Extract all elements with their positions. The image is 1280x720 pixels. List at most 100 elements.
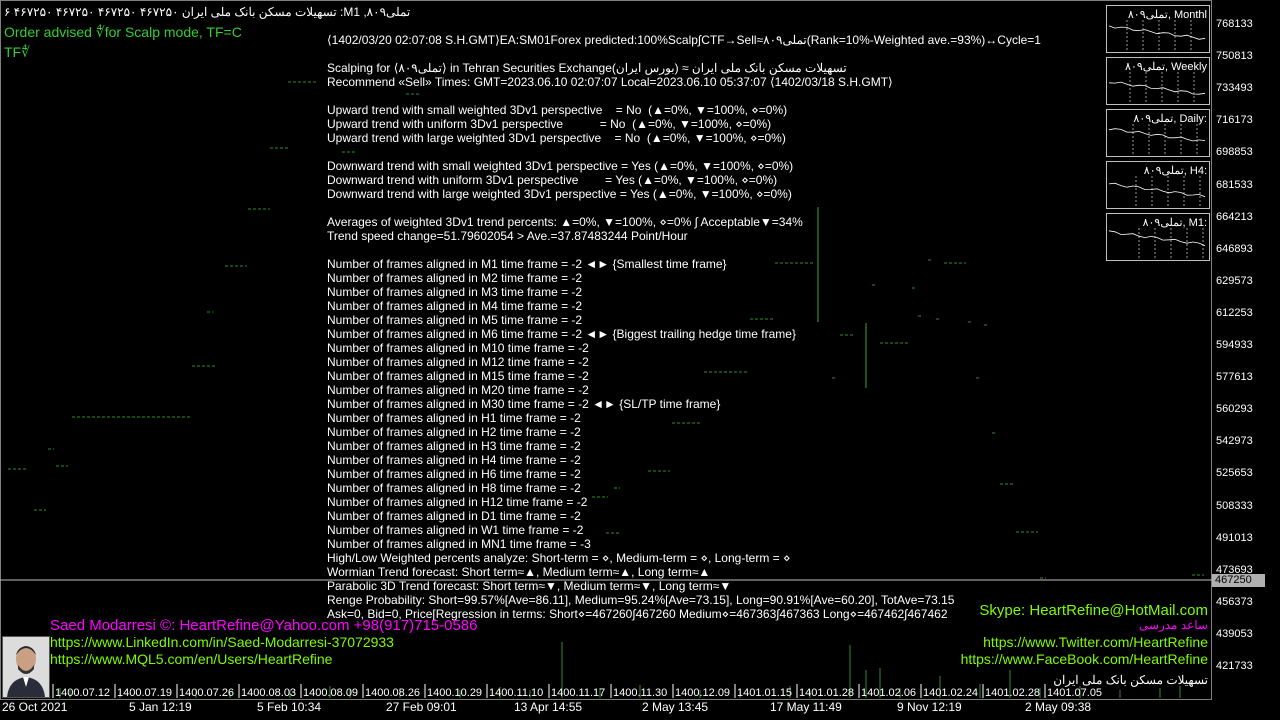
time-tick-label: 26 Oct 2021 (2, 700, 68, 714)
price-tick-label: 491013 (1216, 531, 1253, 544)
chart-title: تسهیلات مسکن بانک ملی ایران ۴۶۷۲۵۰ ۴۶۷۲۵… (4, 5, 411, 19)
info-line: Upward trend with large weighted 3Dv1 pe… (327, 131, 786, 145)
price-axis[interactable]: 768133 750813 733493 716173 698853 681533 6642… (1212, 0, 1280, 700)
tf-panel[interactable]: تملی۸۰۹, Monthl (1106, 5, 1210, 53)
info-line: Number of frames aligned in M15 time fra… (327, 369, 589, 383)
time-tick-label: 2 May 13:45 (642, 700, 709, 714)
info-line: Number of frames aligned in H6 time fram… (327, 467, 581, 481)
info-line: Number of frames aligned in M3 time fram… (327, 285, 583, 299)
info-line: Number of frames aligned in H12 time fra… (327, 495, 588, 509)
price-tick-label: 508333 (1216, 499, 1253, 512)
time-tick-label: 5 Feb 10:34 (257, 700, 322, 714)
info-line: Number of frames aligned in M10 time fra… (327, 341, 589, 355)
tf-panel-label: تملی۸۰۹, Monthl (1127, 9, 1207, 21)
info-line: Upward trend with small weighted 3Dv1 pe… (327, 103, 788, 117)
avatar (2, 636, 50, 698)
info-line: Scalping for ⟨تملی۸۰۹⟩ in Tehran Securit… (327, 61, 847, 75)
twitter-link[interactable]: https://www.Twitter.com/HeartRefine (983, 634, 1208, 650)
tf-panel-label: تملی۸۰۹, Daily: (1133, 113, 1207, 125)
date-marker-label: 1400.08.09 (303, 687, 358, 699)
tf-panel[interactable]: تملی۸۰۹, M1: (1106, 213, 1210, 261)
date-marker-label: 1400.12.09 (675, 687, 730, 699)
date-marker-label: 1401.07.05 (1047, 687, 1102, 699)
tf-panel-label: تملی۸۰۹, Weekly (1125, 61, 1207, 73)
info-line: Number of frames aligned in H1 time fram… (327, 411, 581, 425)
info-line: Number of frames aligned in H8 time fram… (327, 481, 581, 495)
mql5-link[interactable]: https://www.MQL5.com/en/Users/HeartRefin… (50, 651, 332, 667)
tf-price-line (1108, 81, 1206, 95)
info-line: Number of frames aligned in M6 time fram… (327, 327, 796, 341)
info-line: Number of frames aligned in H3 time fram… (327, 439, 581, 453)
order-advised-text: Order advised ∜for Scalp mode, TF=C (4, 24, 242, 40)
info-line: Parabolic 3D Trend forecast: Short term≈… (327, 579, 732, 593)
price-tick-label: 525653 (1216, 467, 1253, 480)
info-line: Renge Probability: Short=99.57%[Ave=86.1… (327, 593, 955, 607)
price-tick-label: 646893 (1216, 242, 1253, 255)
tf-price-line (1108, 230, 1206, 247)
date-marker-label: 1400.11.17 (551, 687, 605, 699)
info-line: Number of frames aligned in M20 time fra… (327, 383, 589, 397)
date-marker-label: 1400.08.03 (241, 687, 296, 699)
date-marker-label: 1400.07.26 (179, 687, 234, 699)
order-advised-text-cont: TF∜ (4, 44, 31, 60)
info-line: Number of frames aligned in H4 time fram… (327, 453, 581, 467)
info-line: Number of frames aligned in M12 time fra… (327, 355, 589, 369)
price-tick-label: 750813 (1216, 50, 1253, 63)
price-tick-label: 664213 (1216, 210, 1253, 223)
info-line: Downward trend with large weighted 3Dv1 … (327, 187, 792, 201)
info-line: Number of frames aligned in MN1 time fra… (327, 537, 591, 551)
facebook-link[interactable]: https://www.FaceBook.com/HeartRefine (961, 651, 1208, 667)
info-line: Number of frames aligned in M1 time fram… (327, 257, 727, 271)
info-line: Downward trend with small weighted 3Dv1 … (327, 159, 794, 173)
time-tick-label: 9 Nov 12:19 (897, 700, 962, 714)
author-contact[interactable]: Saed Modarresi ©: HeartRefine@Yahoo.com … (50, 617, 478, 634)
tf-panel[interactable]: تملی۸۰۹, H4: (1106, 161, 1210, 209)
current-price-label: 467250 (1212, 574, 1265, 587)
tf-panel[interactable]: تملی۸۰۹, Weekly (1106, 57, 1210, 105)
info-line: Number of frames aligned in D1 time fram… (327, 509, 581, 523)
info-line: Recommend «Sell» Times: GMT=2023.06.10 0… (327, 75, 893, 89)
info-line: Number of frames aligned in M30 time fra… (327, 397, 721, 411)
time-tick-label: 5 Jan 12:19 (129, 700, 192, 714)
date-marker-label: 1401.02.28 (985, 687, 1040, 699)
author-name-fa: ساعد مدرسی (1138, 618, 1208, 632)
time-tick-label: 27 Feb 09:01 (386, 700, 457, 714)
date-marker-label: 1401.01.28 (799, 687, 854, 699)
info-line: Number of frames aligned in M2 time fram… (327, 271, 583, 285)
tf-price-line (1108, 128, 1206, 142)
info-line: Upward trend with uniform 3Dv1 perspecti… (327, 117, 772, 131)
info-line: Number of frames aligned in M4 time fram… (327, 299, 583, 313)
info-line: Number of frames aligned in W1 time fram… (327, 523, 584, 537)
date-marker-label: 1401.02.24 (923, 687, 978, 699)
info-line: Wormian Trend forecast: Short term≈▲, Me… (327, 565, 711, 579)
info-line: Number of frames aligned in M5 time fram… (327, 313, 583, 327)
price-tick-label: 439053 (1216, 627, 1253, 640)
date-marker-label: 1400.07.12 (55, 687, 110, 699)
price-tick-label: 698853 (1216, 146, 1253, 159)
price-tick-label: 733493 (1216, 82, 1253, 95)
price-tick-label: 456373 (1216, 595, 1253, 608)
price-tick-label: 421733 (1216, 660, 1253, 672)
price-tick-label: 716173 (1216, 114, 1253, 127)
skype-contact[interactable]: Skype: HeartRefine@HotMail.com (979, 602, 1208, 619)
date-marker-label: 1401.02.06 (861, 687, 916, 699)
time-tick-label: 13 Apr 14:55 (514, 700, 583, 714)
price-tick-label: 681533 (1216, 178, 1253, 191)
tf-panel[interactable]: تملی۸۰۹, Daily: (1106, 109, 1210, 157)
info-line: High/Low Weighted percents analyze: Shor… (327, 551, 791, 565)
tf-panel-label: تملی۸۰۹, H4: (1143, 165, 1207, 177)
date-marker-label: 1400.10.29 (427, 687, 482, 699)
info-line: ⟨1402/03/20 02:07:08 S.H.GMT⟩EA:SM01Fore… (327, 33, 1041, 47)
price-tick-label: 560293 (1216, 403, 1253, 416)
price-tick-label: 577613 (1216, 371, 1253, 384)
info-line: Downward trend with uniform 3Dv1 perspec… (327, 173, 778, 187)
time-axis[interactable]: 26 Oct 2021 5 Jan 12:19 5 Feb 10:34 27 Feb … (0, 700, 1212, 720)
linkedin-link[interactable]: https://www.LinkedIn.com/in/Saed-Modarre… (50, 634, 394, 650)
date-marker-label: 1401.01.15 (737, 687, 792, 699)
info-line: Averages of weighted 3Dv1 trend percents… (327, 215, 803, 229)
